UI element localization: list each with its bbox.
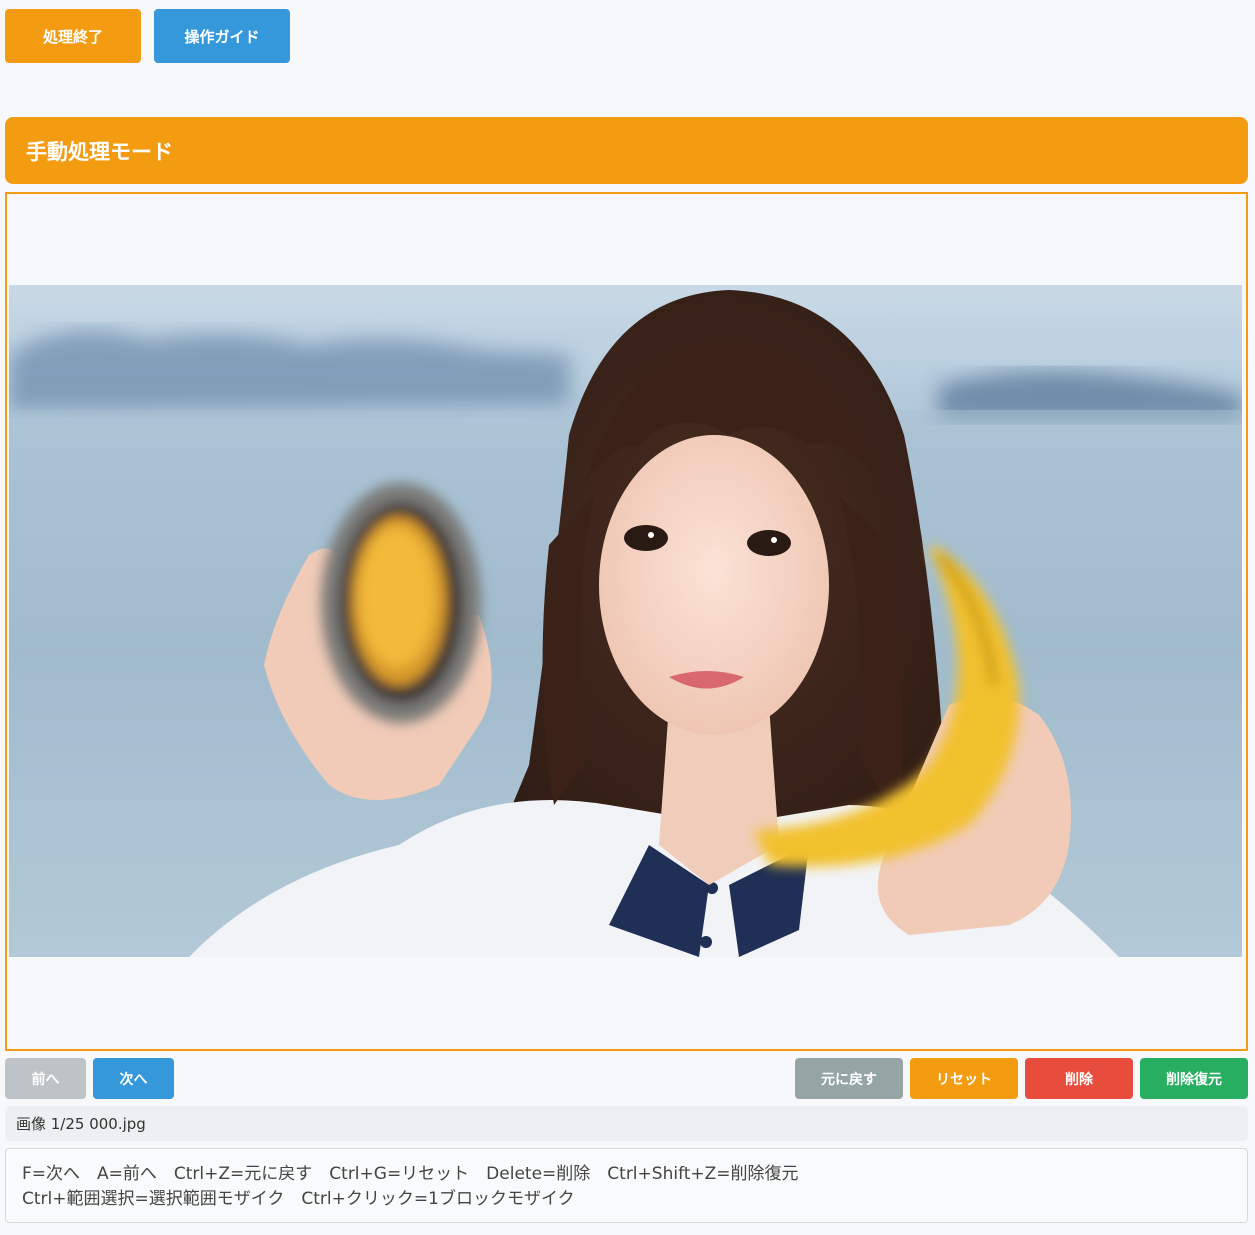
photo-image[interactable] (9, 285, 1242, 957)
restore-deleted-button[interactable]: 削除復元 (1140, 1058, 1248, 1099)
mode-header: 手動処理モード (5, 117, 1248, 184)
operation-guide-button[interactable]: 操作ガイド (154, 9, 290, 63)
shortcut-help-line-2: Ctrl+範囲選択=選択範囲モザイク Ctrl+クリック=1ブロックモザイク (22, 1189, 575, 1209)
image-canvas[interactable] (5, 192, 1248, 1051)
next-button[interactable]: 次へ (93, 1058, 174, 1099)
image-status-bar: 画像 1/25 000.jpg (5, 1106, 1248, 1141)
top-toolbar: 処理終了 操作ガイド (5, 9, 290, 63)
shortcut-help-line-1: F=次へ A=前へ Ctrl+Z=元に戻す Ctrl+G=リセット Delete… (22, 1164, 799, 1184)
delete-button[interactable]: 削除 (1025, 1058, 1133, 1099)
undo-button[interactable]: 元に戻す (795, 1058, 903, 1099)
finish-processing-button[interactable]: 処理終了 (5, 9, 141, 63)
prev-button[interactable]: 前へ (5, 1058, 86, 1099)
photo-illustration (9, 285, 1242, 957)
reset-button[interactable]: リセット (910, 1058, 1018, 1099)
navigation-row: 前へ 次へ 元に戻す リセット 削除 削除復元 (5, 1058, 1248, 1099)
shortcut-help-box: F=次へ A=前へ Ctrl+Z=元に戻す Ctrl+G=リセット Delete… (5, 1148, 1248, 1223)
mode-title: 手動処理モード (26, 139, 173, 164)
image-status-text: 画像 1/25 000.jpg (16, 1115, 146, 1133)
